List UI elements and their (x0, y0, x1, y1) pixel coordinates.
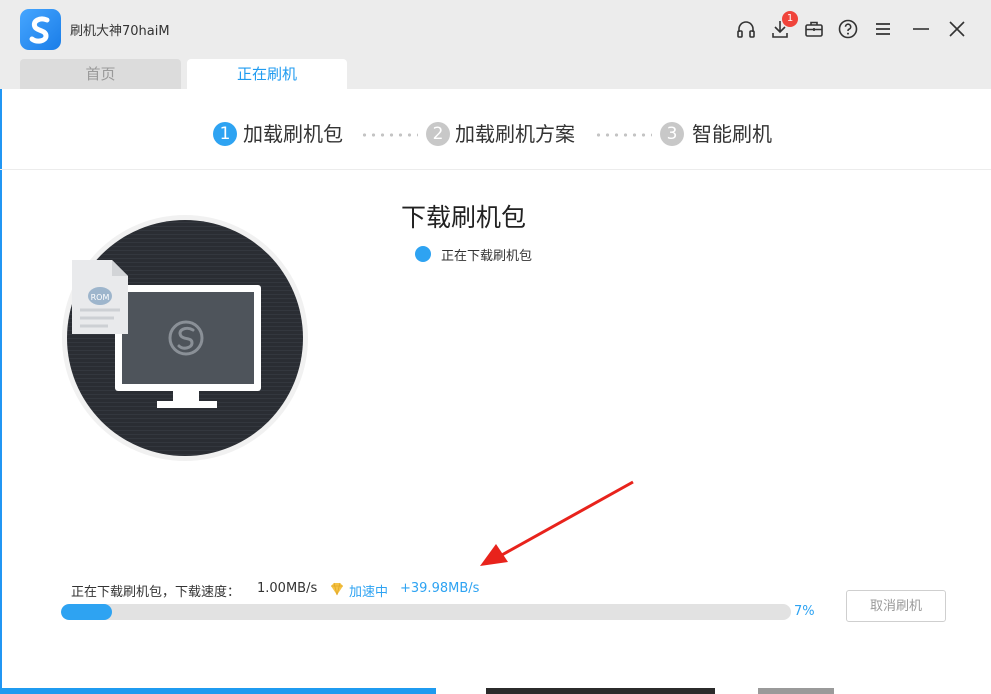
download-speed: 1.00MB/s (257, 581, 318, 596)
step-2-label: 加载刷机方案 (455, 122, 575, 146)
step-connector (594, 133, 652, 137)
status-indicator (415, 246, 431, 262)
step-2-number: 2 (426, 122, 450, 146)
acceleration-label: 加速中 (349, 585, 389, 600)
tab-home[interactable]: 首页 (20, 59, 181, 89)
progress-percent: 7% (794, 604, 815, 619)
taskbar-strip (758, 688, 834, 694)
rom-label: ROM (91, 293, 110, 302)
status-text: 正在下载刷机包 (441, 249, 533, 264)
flash-illustration (62, 215, 310, 465)
tab-flashing[interactable]: 正在刷机 (187, 59, 347, 89)
step-3-label: 智能刷机 (692, 122, 772, 146)
cancel-flash-button[interactable]: 取消刷机 (846, 590, 946, 622)
toolbox-icon[interactable] (803, 18, 825, 40)
download-badge: 1 (782, 11, 798, 27)
step-3-number: 3 (660, 122, 684, 146)
app-title: 刷机大神70haiM (70, 24, 170, 39)
taskbar-strip (486, 688, 715, 694)
acceleration-speed: +39.98MB/s (400, 581, 480, 596)
progress-fill (61, 604, 113, 620)
step-1-number: 1 (213, 122, 237, 146)
annotation-arrow (470, 478, 640, 577)
close-icon[interactable] (946, 18, 968, 40)
help-icon[interactable] (837, 18, 859, 40)
vip-diamond-icon (329, 581, 345, 601)
page-title: 下载刷机包 (401, 203, 527, 232)
download-status-text: 正在下载刷机包，下载速度： (71, 585, 241, 600)
step-1-label: 加载刷机包 (243, 122, 343, 146)
step-connector (360, 133, 418, 137)
taskbar-strip (0, 688, 436, 694)
download-progress-bar (61, 604, 791, 620)
minimize-icon[interactable] (910, 18, 932, 40)
rom-file-icon: ROM (70, 258, 130, 340)
menu-icon[interactable] (872, 18, 894, 40)
app-logo (20, 9, 61, 50)
headset-icon[interactable] (735, 18, 757, 40)
